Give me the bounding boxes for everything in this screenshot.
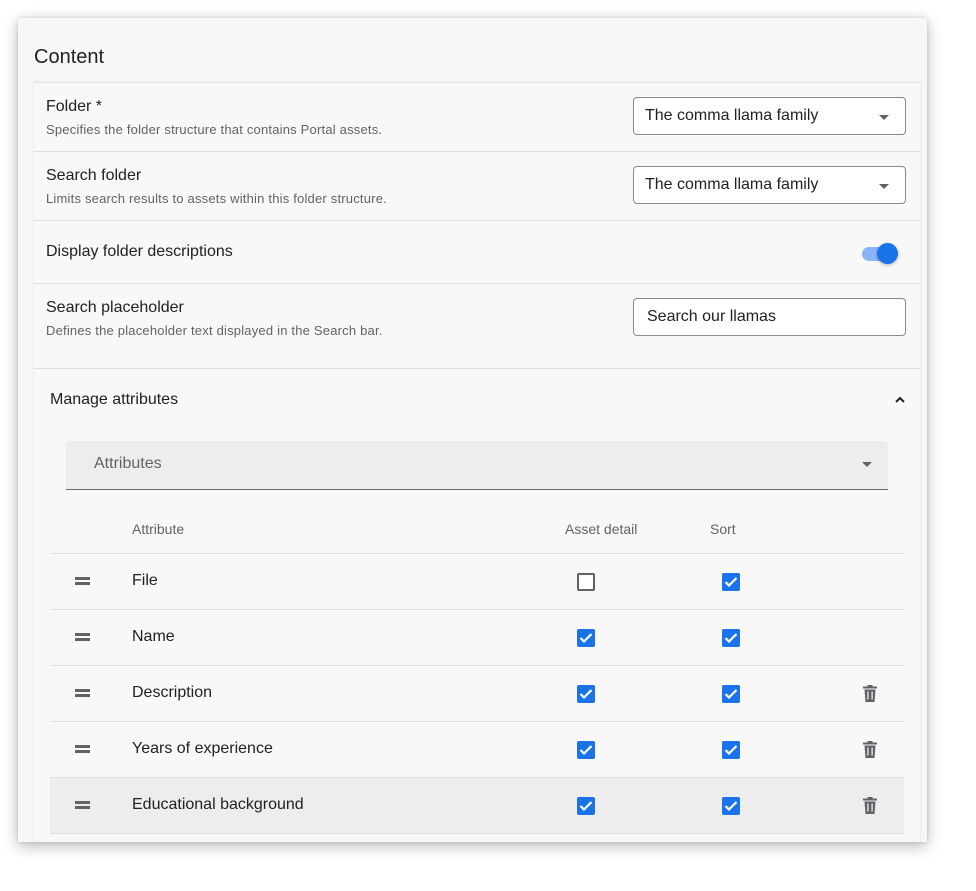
attribute-name: Name (132, 628, 175, 645)
sort-checkbox[interactable] (722, 629, 740, 647)
display-descriptions-title: Display folder descriptions (46, 243, 233, 260)
display-descriptions-toggle[interactable] (862, 243, 900, 265)
asset-detail-checkbox[interactable] (577, 685, 595, 703)
folder-select-value: The comma llama family (645, 107, 819, 124)
folder-description: Specifies the folder structure that cont… (46, 122, 383, 137)
attribute-name: File (132, 572, 158, 589)
content-panel: Content Folder * Specifies the folder st… (18, 18, 927, 842)
trash-icon[interactable] (863, 797, 877, 814)
table-row: Name (50, 610, 904, 666)
attributes-dropdown[interactable]: Attributes (66, 441, 888, 490)
attributes-table: Attribute Asset detail Sort File Name Desc… (50, 503, 904, 834)
asset-detail-checkbox[interactable] (577, 573, 595, 591)
folder-setting: Folder * Specifies the folder structure … (34, 83, 920, 152)
sort-checkbox[interactable] (722, 797, 740, 815)
search-folder-select[interactable]: The comma llama family (633, 166, 906, 204)
attribute-name: Description (132, 684, 213, 701)
search-placeholder-description: Defines the placeholder text displayed i… (46, 323, 383, 338)
drag-handle-icon[interactable] (75, 633, 90, 641)
search-placeholder-title: Search placeholder (46, 299, 184, 316)
caret-down-icon (879, 184, 889, 189)
table-body: File Name Description Years of experience Ed… (50, 554, 904, 834)
sort-checkbox[interactable] (722, 741, 740, 759)
caret-down-icon (879, 115, 889, 120)
trash-icon[interactable] (863, 685, 877, 702)
search-folder-description: Limits search results to assets within t… (46, 191, 387, 206)
table-row: File (50, 554, 904, 610)
drag-handle-icon[interactable] (75, 745, 90, 753)
trash-icon[interactable] (863, 741, 877, 758)
folder-title: Folder * (46, 98, 103, 115)
section-title: Content (34, 46, 105, 68)
table-header: Attribute Asset detail Sort (50, 503, 904, 554)
asset-detail-checkbox[interactable] (577, 741, 595, 759)
search-folder-title: Search folder (46, 167, 142, 184)
drag-handle-icon[interactable] (75, 577, 90, 585)
sort-checkbox[interactable] (722, 685, 740, 703)
column-header-attribute: Attribute (132, 521, 185, 537)
table-row: Years of experience (50, 722, 904, 778)
column-header-asset-detail: Asset detail (565, 521, 638, 537)
table-row: Description (50, 666, 904, 722)
chevron-up-icon[interactable] (893, 395, 907, 405)
manage-attributes-header[interactable]: Manage attributes (50, 391, 178, 409)
attributes-dropdown-label: Attributes (94, 455, 162, 472)
caret-down-icon (862, 462, 872, 467)
search-folder-setting: Search folder Limits search results to a… (34, 152, 920, 221)
column-header-sort: Sort (710, 521, 736, 537)
search-placeholder-setting: Search placeholder Defines the placehold… (34, 284, 920, 369)
search-folder-select-value: The comma llama family (645, 176, 819, 193)
drag-handle-icon[interactable] (75, 801, 90, 809)
toggle-thumb (877, 243, 898, 264)
asset-detail-checkbox[interactable] (577, 797, 595, 815)
folder-select[interactable]: The comma llama family (633, 97, 906, 135)
table-row: Educational background (50, 778, 904, 834)
asset-detail-checkbox[interactable] (577, 629, 595, 647)
sort-checkbox[interactable] (722, 573, 740, 591)
display-descriptions-setting: Display folder descriptions (34, 221, 920, 284)
attribute-name: Years of experience (132, 740, 273, 757)
search-placeholder-input[interactable] (633, 298, 906, 336)
settings-card: Folder * Specifies the folder structure … (34, 82, 920, 842)
attribute-name: Educational background (132, 796, 304, 813)
drag-handle-icon[interactable] (75, 689, 90, 697)
